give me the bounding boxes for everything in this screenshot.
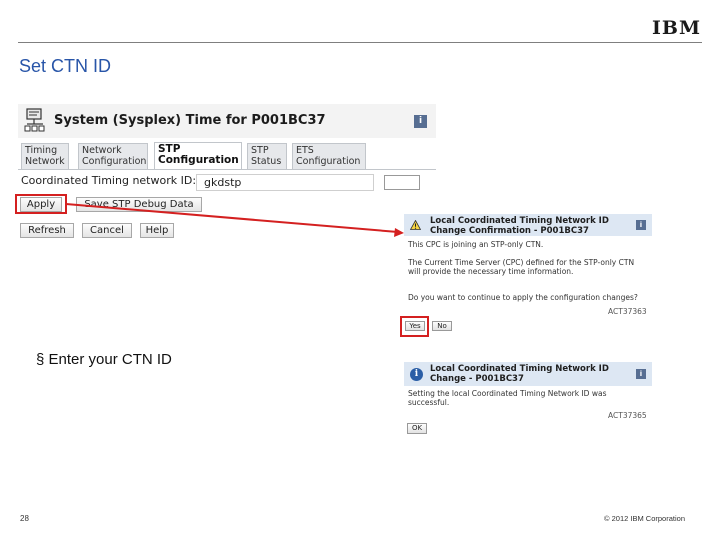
help-icon[interactable]: i [414, 115, 427, 128]
message-code: ACT37363 [608, 307, 647, 316]
tab-label-line2: Configuration [82, 156, 147, 167]
ctn-suffix-input[interactable] [384, 175, 420, 190]
window-title: System (Sysplex) Time for P001BC37 [54, 113, 326, 128]
yes-button[interactable]: Yes [405, 321, 425, 331]
ok-button[interactable]: OK [407, 423, 427, 434]
no-button[interactable]: No [432, 321, 452, 331]
ctn-id-label: Coordinated Timing network ID: [21, 174, 197, 187]
tab-stp-status[interactable]: STP Status [247, 143, 287, 169]
tab-label-line1: ETS [296, 145, 314, 156]
tab-bar-divider [18, 169, 436, 170]
tab-label-line2: Configuration [296, 156, 361, 167]
help-button[interactable]: Help [140, 223, 174, 238]
success-dialog: i Local Coordinated Timing Network ID Ch… [404, 362, 652, 440]
apply-button[interactable]: Apply [20, 197, 62, 212]
ibm-logo: IBM [652, 17, 701, 39]
save-stp-debug-data-button[interactable]: Save STP Debug Data [76, 197, 202, 212]
tab-label-line2: Configuration [158, 154, 239, 166]
message-code: ACT37365 [608, 411, 647, 420]
help-icon[interactable]: i [636, 220, 646, 230]
dialog-question: Do you want to continue to apply the con… [408, 293, 638, 302]
info-icon: i [410, 368, 423, 381]
confirmation-dialog: Local Coordinated Timing Network ID Chan… [400, 214, 652, 338]
dialog-header: Local Coordinated Timing Network ID Chan… [404, 214, 652, 236]
page-number: 28 [20, 514, 29, 523]
tab-label-line1: STP [251, 145, 269, 156]
window-header: System (Sysplex) Time for P001BC37 i [18, 104, 436, 138]
refresh-button[interactable]: Refresh [20, 223, 74, 238]
tab-label-line1: Timing [25, 145, 58, 156]
dialog-header: i Local Coordinated Timing Network ID Ch… [404, 362, 652, 386]
help-icon[interactable]: i [636, 369, 646, 379]
success-message: Setting the local Coordinated Timing Net… [408, 389, 607, 407]
system-time-window: System (Sysplex) Time for P001BC37 i Tim… [15, 104, 436, 244]
warning-icon [410, 220, 421, 230]
sysplex-icon [24, 108, 45, 132]
ctn-id-input[interactable]: gkdstp [196, 174, 374, 191]
header-divider [18, 42, 702, 43]
tab-label-line1: Network [82, 145, 122, 156]
tab-timing-network[interactable]: Timing Network [21, 143, 69, 169]
tab-stp-configuration[interactable]: STP Configuration [154, 142, 242, 170]
dialog-message-line2: The Current Time Server (CPC) defined fo… [408, 258, 635, 276]
tab-ets-configuration[interactable]: ETS Configuration [292, 143, 366, 169]
tab-network-configuration[interactable]: Network Configuration [78, 143, 148, 169]
dialog-title: Local Coordinated Timing Network ID Chan… [430, 216, 609, 236]
slide-title: Set CTN ID [19, 56, 112, 76]
tab-label-line2: Status [251, 156, 282, 167]
copyright-notice: © 2012 IBM Corporation [604, 514, 685, 523]
instruction-bullet: § Enter your CTN ID [36, 351, 172, 368]
dialog-title: Local Coordinated Timing Network ID Chan… [430, 364, 609, 384]
tab-label-line2: Network [25, 156, 65, 167]
cancel-button[interactable]: Cancel [82, 223, 132, 238]
dialog-message-line1: This CPC is joining an STP-only CTN. [408, 240, 544, 249]
